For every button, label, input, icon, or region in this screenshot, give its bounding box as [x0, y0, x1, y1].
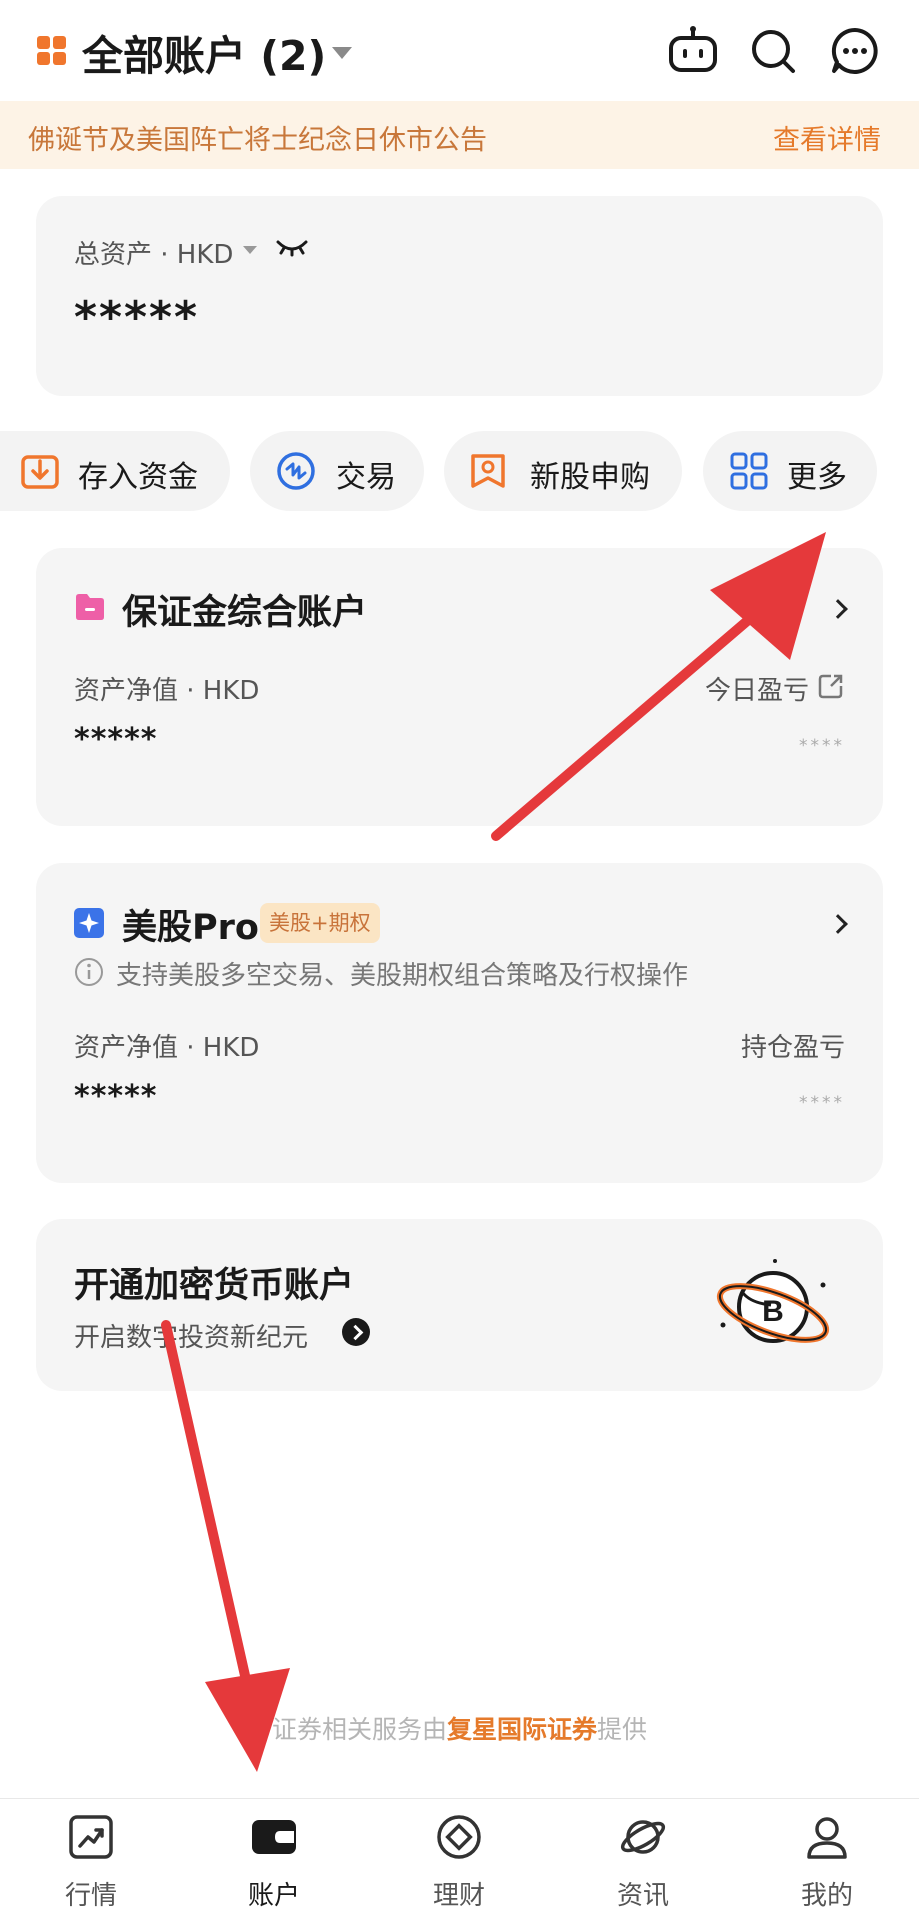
planet-icon	[620, 1820, 666, 1854]
tab-label: 行情	[64, 1881, 117, 1911]
arrow-right-circle-icon[interactable]	[342, 1318, 370, 1346]
currency-caret-icon[interactable]	[243, 246, 257, 254]
chevron-right-icon[interactable]	[828, 914, 848, 934]
chart-icon	[69, 1815, 113, 1859]
net-asset-label: 资产净值 · HKD	[74, 676, 260, 706]
crypto-subtitle: 开启数字投资新纪元	[74, 1323, 309, 1353]
footnote-suffix: 提供	[597, 1715, 648, 1744]
wallet-icon	[252, 1820, 296, 1854]
provider-name-link[interactable]: 复星国际证券	[447, 1715, 597, 1744]
hidden-eye-icon[interactable]	[274, 234, 310, 262]
margin-account-card[interactable]: 保证金综合账户 资产净值 · HKD 今日盈亏 ***** ****	[36, 548, 883, 826]
star-badge-icon	[74, 908, 104, 938]
margin-net-value: *****	[74, 722, 158, 757]
margin-pnl-value: ****	[799, 736, 845, 756]
tab-account[interactable]: 账户	[194, 1799, 354, 1920]
bitcoin-planet-icon: B	[716, 1259, 830, 1343]
us-pro-description: 支持美股多空交易、美股期权组合策略及行权操作	[116, 961, 689, 991]
wealth-icon	[437, 1815, 481, 1859]
robot-icon[interactable]	[666, 24, 720, 78]
footnote-prefix: 证券相关服务由	[271, 1715, 447, 1744]
position-pnl-label: 持仓盈亏	[740, 1033, 845, 1063]
tab-label: 我的	[800, 1881, 853, 1911]
annotation-arrow-down	[161, 1320, 290, 1772]
notice-details-link[interactable]: 查看详情	[773, 118, 881, 157]
ipo-button[interactable]: 新股申购	[444, 431, 682, 511]
message-icon[interactable]	[828, 24, 882, 78]
tab-label: 账户	[247, 1881, 300, 1911]
notice-text: 佛诞节及美国阵亡将士纪念日休市公告	[28, 125, 487, 156]
deposit-label: 存入资金	[78, 460, 198, 495]
more-button[interactable]: 更多	[703, 431, 877, 511]
us-pro-account-card[interactable]: 美股Pro 美股+期权 支持美股多空交易、美股期权组合策略及行权操作 资产净值 …	[36, 863, 883, 1183]
info-icon	[75, 958, 103, 986]
crypto-account-card[interactable]: 开通加密货币账户 开启数字投资新纪元 B	[36, 1219, 883, 1391]
us-pro-title: 美股Pro	[122, 908, 259, 948]
top-header: 全部账户 (2)	[0, 0, 919, 100]
today-pnl-label: 今日盈亏	[704, 676, 809, 706]
deposit-icon	[21, 455, 59, 489]
trade-label: 交易	[336, 460, 396, 495]
us-pro-net-value: *****	[74, 1079, 158, 1114]
app-logo-icon	[37, 36, 67, 66]
total-assets-value: *****	[74, 292, 200, 343]
net-asset-label: 资产净值 · HKD	[74, 1033, 260, 1063]
account-switcher[interactable]: 全部账户 (2)	[82, 22, 326, 82]
ipo-label: 新股申购	[530, 460, 650, 495]
deposit-button[interactable]: 存入资金	[0, 431, 230, 511]
us-pro-badge: 美股+期权	[260, 903, 380, 943]
folder-icon	[76, 594, 104, 620]
total-assets-card: 总资产 · HKD *****	[36, 196, 883, 396]
caret-down-icon[interactable]	[332, 47, 352, 59]
us-pro-pnl-value: ****	[799, 1093, 845, 1113]
crypto-title: 开通加密货币账户	[74, 1266, 355, 1306]
tab-market[interactable]: 行情	[11, 1799, 171, 1920]
tab-news[interactable]: 资讯	[563, 1799, 723, 1920]
tab-wealth[interactable]: 理财	[379, 1799, 539, 1920]
ipo-icon	[471, 454, 505, 488]
more-label: 更多	[787, 460, 847, 495]
svg-text:B: B	[762, 1295, 784, 1328]
bottom-tab-bar: 行情 账户 理财 资讯 我的	[0, 1798, 919, 1920]
search-icon[interactable]	[746, 24, 800, 78]
profile-icon	[807, 1817, 847, 1859]
tab-label: 理财	[432, 1881, 485, 1911]
service-provider-note: 证券相关服务由复星国际证券提供	[0, 1710, 919, 1746]
total-assets-label: 总资产 · HKD	[74, 240, 234, 270]
trade-icon	[277, 452, 315, 490]
chevron-right-icon[interactable]	[828, 599, 848, 619]
grid-icon	[730, 452, 768, 490]
trade-button[interactable]: 交易	[250, 431, 424, 511]
share-icon[interactable]	[817, 672, 845, 700]
margin-account-title: 保证金综合账户	[122, 593, 368, 633]
tab-profile[interactable]: 我的	[747, 1799, 907, 1920]
tab-label: 资讯	[616, 1881, 669, 1911]
market-closure-notice[interactable]: 佛诞节及美国阵亡将士纪念日休市公告 查看详情	[0, 101, 919, 169]
